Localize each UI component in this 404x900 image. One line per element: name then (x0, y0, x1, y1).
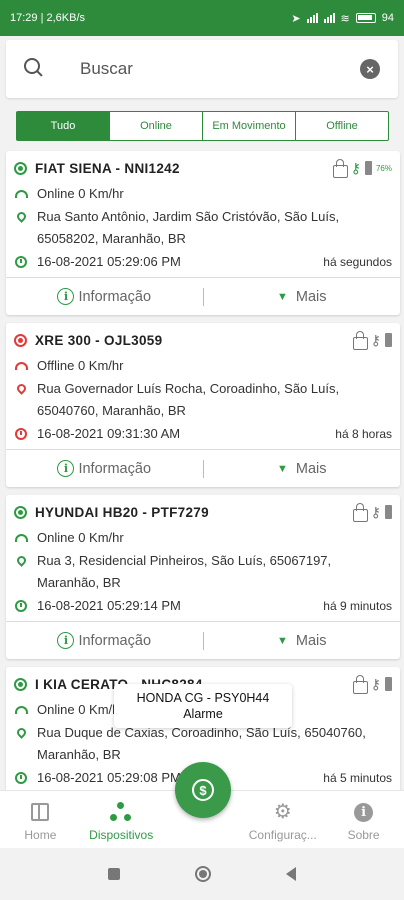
nav-home[interactable]: Home (0, 791, 81, 848)
location-pin-icon (14, 726, 28, 739)
nav-dispositivos[interactable]: Dispositivos (81, 791, 162, 848)
device-datetime: 16-08-2021 05:29:08 PM (37, 770, 181, 785)
device-address: Rua 3, Residencial Pinheiros, São Luís, … (37, 553, 332, 590)
alarm-toast: HONDA CG - PSY0H44 Alarme (114, 684, 292, 728)
system-status-bar: 17:29 | 2,6KB/s ➤ ≋ 94 (0, 0, 404, 36)
info-button[interactable]: i Informação (6, 632, 203, 649)
chevron-down-icon: ▼ (276, 462, 288, 475)
search-icon[interactable] (24, 58, 46, 80)
device-title: HYUNDAI HB20 - PTF7279 (35, 505, 209, 520)
location-pin-icon (14, 554, 28, 567)
info-icon: i (354, 802, 374, 822)
battery-level: 94 (381, 12, 394, 24)
lock-icon (352, 503, 368, 522)
key-icon: ⚷ (370, 332, 381, 348)
battery-icon (385, 333, 392, 347)
tab-tudo[interactable]: Tudo (17, 112, 110, 140)
device-status-text: Offline 0 Km/hr (37, 358, 124, 373)
search-bar: × (6, 40, 398, 98)
dollar-icon: $ (192, 779, 214, 801)
fab-button[interactable]: $ (175, 762, 231, 818)
signal-icon-2 (323, 13, 335, 23)
battery-icon (364, 161, 372, 175)
last-update: há 8 horas (335, 427, 392, 441)
speedometer-icon (14, 706, 28, 714)
device-title: XRE 300 - OJL3059 (35, 333, 163, 348)
more-button[interactable]: ▼ Mais (204, 461, 401, 477)
location-pin-icon (14, 382, 28, 395)
device-address: Rua Governador Luís Rocha, Coroadinho, S… (37, 381, 340, 418)
filter-tabs: Tudo Online Em Movimento Offline (16, 111, 389, 141)
last-update: há segundos (323, 255, 392, 269)
clock-icon (15, 600, 27, 612)
last-update: há 9 minutos (323, 599, 392, 613)
device-datetime: 16-08-2021 05:29:14 PM (37, 598, 181, 613)
location-icon: ➤ (291, 12, 301, 25)
recent-apps-icon[interactable] (107, 868, 120, 880)
device-card[interactable]: XRE 300 - OJL3059 ⚷ Offline 0 Km/hr Rua … (6, 323, 400, 487)
toast-device: HONDA CG - PSY0H44 (136, 691, 270, 705)
lock-icon (352, 675, 368, 694)
chevron-down-icon: ▼ (276, 290, 288, 303)
device-address: Rua Duque de Caxias, Coroadinho, São Luí… (37, 725, 366, 762)
device-status-text: Online 0 Km/hr (37, 702, 124, 717)
search-input[interactable] (80, 59, 360, 79)
clock-icon (15, 256, 27, 268)
device-card[interactable]: HYUNDAI HB20 - PTF7279 ⚷ Online 0 Km/hr … (6, 495, 400, 659)
lock-icon (332, 159, 348, 178)
battery-icon (385, 505, 392, 519)
device-card[interactable]: FIAT SIENA - NNI1242 ⚷ 76% Online 0 Km/h… (6, 151, 400, 315)
nav-configuracoes[interactable]: ⚙ Configuraç... (242, 791, 323, 848)
home-icon[interactable] (194, 866, 211, 882)
clear-icon[interactable]: × (360, 59, 380, 79)
gear-icon: ⚙ (273, 801, 292, 823)
toast-message: Alarme (183, 707, 223, 721)
chevron-down-icon: ▼ (276, 634, 288, 647)
battery-icon (355, 13, 376, 23)
device-datetime: 16-08-2021 05:29:06 PM (37, 254, 181, 269)
info-icon: i (57, 460, 75, 477)
back-icon[interactable] (286, 867, 297, 881)
key-icon: ⚷ (370, 504, 381, 520)
online-status-icon (14, 678, 27, 691)
tab-online[interactable]: Online (110, 112, 203, 140)
offline-status-icon (14, 334, 27, 347)
speedometer-icon (14, 534, 28, 542)
key-icon: ⚷ (370, 676, 381, 692)
status-time: 17:29 | 2,6KB/s (10, 12, 86, 24)
wifi-icon: ≋ (340, 12, 350, 25)
clock-icon (15, 428, 27, 440)
lock-icon (352, 331, 368, 350)
info-button[interactable]: i Informação (6, 460, 203, 477)
info-icon: i (57, 288, 75, 305)
system-navigation-bar (0, 848, 404, 900)
device-datetime: 16-08-2021 09:31:30 AM (37, 426, 181, 441)
info-button[interactable]: i Informação (6, 288, 203, 305)
speedometer-icon (14, 190, 28, 198)
location-pin-icon (14, 210, 28, 223)
tab-em-movimento[interactable]: Em Movimento (203, 112, 296, 140)
map-icon (31, 803, 50, 821)
online-status-icon (14, 506, 27, 519)
device-title: FIAT SIENA - NNI1242 (35, 161, 180, 176)
device-address: Rua Santo Antônio, Jardim São Cristóvão,… (37, 209, 340, 246)
nav-sobre[interactable]: i Sobre (323, 791, 404, 848)
more-button[interactable]: ▼ Mais (204, 289, 401, 305)
signal-icon (306, 13, 318, 23)
more-button[interactable]: ▼ Mais (204, 633, 401, 649)
device-status-text: Online 0 Km/hr (37, 186, 124, 201)
info-icon: i (57, 632, 75, 649)
device-status-text: Online 0 Km/hr (37, 530, 124, 545)
last-update: há 5 minutos (323, 771, 392, 785)
speedometer-icon (14, 362, 28, 370)
tab-offline[interactable]: Offline (296, 112, 388, 140)
online-status-icon (14, 162, 27, 175)
clock-icon (15, 772, 27, 784)
battery-icon (385, 677, 392, 691)
devices-icon (110, 802, 132, 822)
battery-percent: 76% (375, 163, 392, 173)
key-icon: ⚷ (350, 160, 361, 176)
